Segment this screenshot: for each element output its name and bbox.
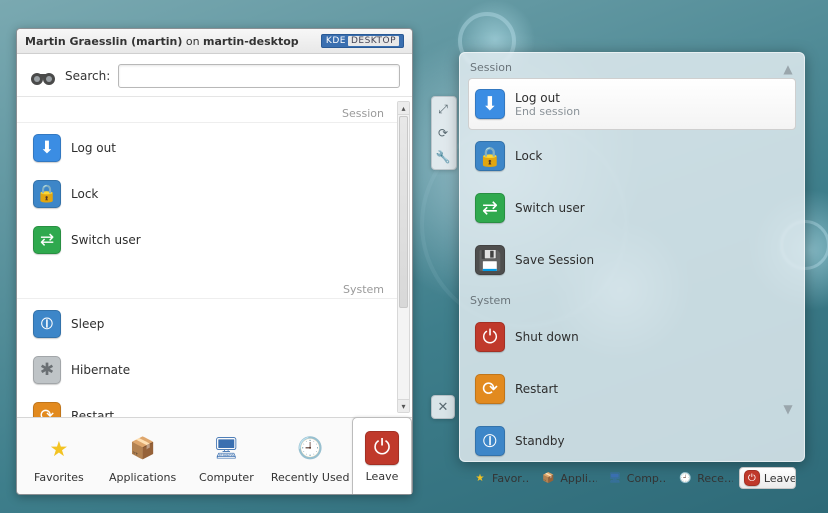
star-icon: ★ [472,470,488,486]
item-label: Save Session [515,253,594,267]
kickoff-session-item-log-out[interactable]: ⬇ Log out [17,125,398,171]
kickoff-system-item-sleep[interactable]: ⦶ Sleep [17,301,398,347]
item-label: Lock [71,187,98,201]
item-label: Lock [515,149,542,163]
plasma-section-system: System [460,286,804,311]
power-red-icon: ⏻ [365,431,399,465]
scroll-down-icon[interactable]: ▾ [398,399,409,412]
tool-rotate-icon[interactable]: ⟳ [432,121,454,145]
scroll-down-arrow-icon[interactable]: ▼ [780,401,796,417]
plasma-section-session: Session [460,53,804,78]
close-widget-button[interactable]: ✕ [431,395,455,419]
plasma-system-item-shut-down[interactable]: ⏻ Shut down [468,311,796,363]
tab-label: Computer [199,471,254,484]
scroll-up-arrow-icon[interactable]: ▲ [780,61,796,77]
hibernate-grey-icon: ✱ [33,356,61,384]
tab-label: Recently Used [271,471,350,484]
plasma-session-item-log-out[interactable]: ⬇ Log outEnd session [468,78,796,130]
tab-label: Leave [366,470,399,483]
item-label: Hibernate [71,363,130,377]
tab-label: Favorites [34,471,84,484]
item-label: Restart [515,382,558,396]
kickoff-header: Martin Graesslin (martin) on martin-desk… [17,29,412,54]
arrow-down-blue-icon: ⬇ [475,89,505,119]
plasma-system-item-standby[interactable]: ⦶ Standby [468,415,796,467]
search-input[interactable] [118,64,400,88]
scroll-thumb[interactable] [399,116,408,308]
plasma-tab-appli[interactable]: 📦 Appli… [536,468,596,488]
item-label: Restart [71,409,114,417]
apps-icon: 📦 [540,470,556,486]
scroll-up-icon[interactable]: ▴ [398,102,409,115]
user-host-label: Martin Graesslin (martin) on martin-desk… [25,35,299,48]
sleep-blue-icon: ⦶ [475,426,505,456]
kickoff-tab-applications[interactable]: 📦 Applications [101,418,185,494]
tab-label: Favor… [492,472,530,485]
kickoff-list-area: Session ⬇ Log out 🔒 Lock ⇄ Switch user System… [17,96,412,417]
item-label: Sleep [71,317,104,331]
plasma-session-item-lock[interactable]: 🔒 Lock [468,130,796,182]
tab-label: Comp… [627,472,667,485]
plasma-tab-rece[interactable]: 🕘 Rece… [673,468,733,488]
section-header-session: Session [17,101,398,123]
monitor-icon: 🖥 [607,470,623,486]
plasma-tabs: ★ Favor… 📦 Appli… 🖥 Comp… 🕘 Rece… ⏻ Leave [460,467,804,497]
tab-label: Appli… [560,472,596,485]
plasma-tool-column: ⤢ ⟳ 🔧 [431,96,457,170]
apps-icon: 📦 [126,432,160,466]
clock-icon: 🕘 [293,432,327,466]
item-sublabel: End session [515,105,580,118]
kickoff-tab-recently-used[interactable]: 🕘 Recently Used [268,418,352,494]
item-label: Log out [71,141,116,155]
kickoff-tab-computer[interactable]: 🖥 Computer [185,418,269,494]
tab-label: Leave [764,472,796,485]
plasma-leave-widget: ▲ Session ⬇ Log outEnd session 🔒 Lock ⇄ Switc… [459,52,805,462]
kickoff-tab-favorites[interactable]: ★ Favorites [17,418,101,494]
kickoff-session-item-switch-user[interactable]: ⇄ Switch user [17,217,398,263]
arrow-down-blue-icon: ⬇ [33,134,61,162]
star-icon: ★ [42,432,76,466]
lock-blue-icon: 🔒 [33,180,61,208]
floppy-grey-icon: 💾 [475,245,505,275]
monitor-icon: 🖥 [209,432,243,466]
item-label: Log out [515,91,580,105]
tab-label: Applications [109,471,176,484]
search-row: Search: [17,54,412,96]
plasma-tab-leave[interactable]: ⏻ Leave [739,467,796,489]
lock-blue-icon: 🔒 [475,141,505,171]
kde-desktop-badge: KDEDESKTOP [321,34,404,48]
plasma-tab-favor[interactable]: ★ Favor… [468,468,530,488]
binoculars-icon [29,64,57,88]
tool-wrench-icon[interactable]: 🔧 [432,145,454,169]
switch-green-icon: ⇄ [33,226,61,254]
item-label: Switch user [71,233,141,247]
tool-expand-icon[interactable]: ⤢ [432,97,454,121]
scrollbar[interactable]: ▴ ▾ [397,101,410,413]
sleep-blue-icon: ⦶ [33,310,61,338]
kickoff-launcher: Martin Graesslin (martin) on martin-desk… [16,28,413,495]
search-label: Search: [65,69,110,83]
restart-orange-icon: ⟳ [475,374,505,404]
tab-label: Rece… [697,472,733,485]
power-red-icon: ⏻ [475,322,505,352]
plasma-tab-comp[interactable]: 🖥 Comp… [603,468,667,488]
kickoff-tab-leave[interactable]: ⏻ Leave [352,417,412,494]
kickoff-system-item-restart[interactable]: ⟳ Restart [17,393,398,417]
kickoff-system-item-hibernate[interactable]: ✱ Hibernate [17,347,398,393]
clock-icon: 🕘 [677,470,693,486]
item-label: Switch user [515,201,585,215]
kickoff-session-item-lock[interactable]: 🔒 Lock [17,171,398,217]
item-label: Standby [515,434,565,448]
item-label: Shut down [515,330,579,344]
restart-orange-icon: ⟳ [33,402,61,417]
plasma-session-item-switch-user[interactable]: ⇄ Switch user [468,182,796,234]
section-header-system: System [17,277,398,299]
switch-green-icon: ⇄ [475,193,505,223]
kickoff-list-scroll: Session ⬇ Log out 🔒 Lock ⇄ Switch user System… [17,97,398,417]
power-red-icon: ⏻ [744,470,760,486]
plasma-system-item-restart[interactable]: ⟳ Restart [468,363,796,415]
kickoff-tabs: ★ Favorites 📦 Applications 🖥 Computer 🕘 Recentl… [17,417,412,494]
plasma-session-item-save-session[interactable]: 💾 Save Session [468,234,796,286]
